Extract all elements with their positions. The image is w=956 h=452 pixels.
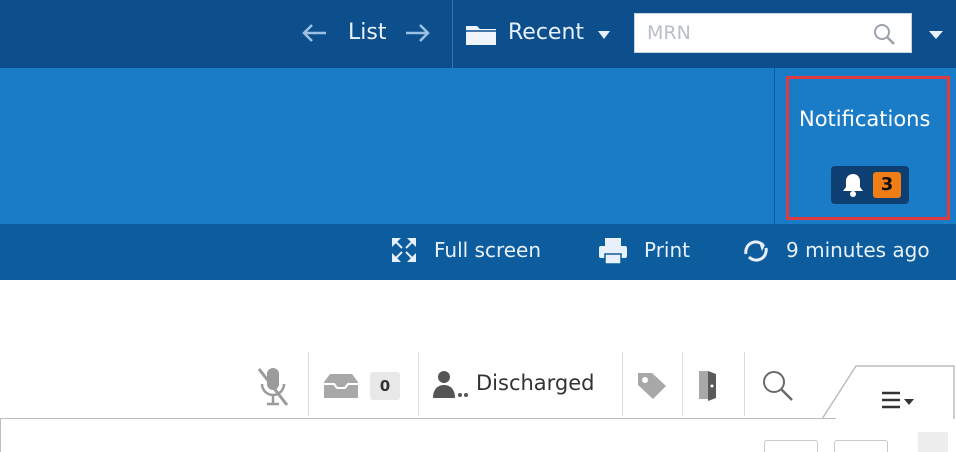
notifications-title[interactable]: Notifications	[799, 107, 930, 131]
band-divider	[774, 68, 775, 224]
patient-status-icon	[432, 370, 470, 400]
bell-icon	[841, 172, 865, 198]
toolbar-divider	[744, 352, 745, 416]
arrow-left-icon[interactable]	[300, 20, 328, 46]
toolbar-divider	[682, 352, 683, 416]
tag-icon[interactable]	[636, 370, 668, 400]
print-button[interactable]: Print	[644, 237, 690, 263]
mic-off-icon[interactable]	[256, 366, 290, 410]
door-exit-icon[interactable]	[694, 368, 720, 402]
content-border	[0, 418, 1, 452]
content-button[interactable]	[834, 440, 888, 452]
mrn-search-input[interactable]	[634, 13, 912, 53]
search-icon[interactable]	[872, 22, 896, 46]
fullscreen-icon[interactable]	[390, 236, 418, 264]
refresh-icon[interactable]	[742, 238, 770, 264]
search-icon[interactable]	[760, 368, 794, 402]
inbox-count-badge: 0	[370, 372, 400, 400]
notifications-badge[interactable]: 3	[831, 166, 909, 204]
toolbar-baseline	[0, 418, 836, 419]
folder-icon	[464, 20, 498, 48]
notification-count: 3	[873, 172, 901, 198]
toolbar-divider	[622, 352, 623, 416]
top-nav-bar: List Recent	[0, 0, 956, 68]
list-link[interactable]: List	[348, 19, 386, 47]
arrow-right-icon[interactable]	[404, 20, 432, 46]
nav-divider	[452, 0, 453, 68]
fullscreen-button[interactable]: Full screen	[434, 237, 541, 263]
toolbar-divider	[418, 352, 419, 416]
recent-menu-label[interactable]: Recent	[508, 19, 584, 47]
menu-hamburger-icon[interactable]	[880, 390, 920, 412]
patient-status-label[interactable]: Discharged	[476, 371, 595, 395]
printer-icon[interactable]	[598, 237, 628, 265]
scroll-indicator[interactable]	[918, 432, 948, 452]
toolbar-divider	[308, 352, 309, 416]
notifications-panel[interactable]: Notifications 3	[786, 76, 950, 220]
dropdown-caret-icon[interactable]	[928, 30, 944, 40]
last-refresh-time[interactable]: 9 minutes ago	[786, 237, 930, 263]
content-button[interactable]	[764, 440, 818, 452]
chevron-down-icon[interactable]	[597, 30, 611, 40]
inbox-icon[interactable]	[322, 372, 360, 400]
